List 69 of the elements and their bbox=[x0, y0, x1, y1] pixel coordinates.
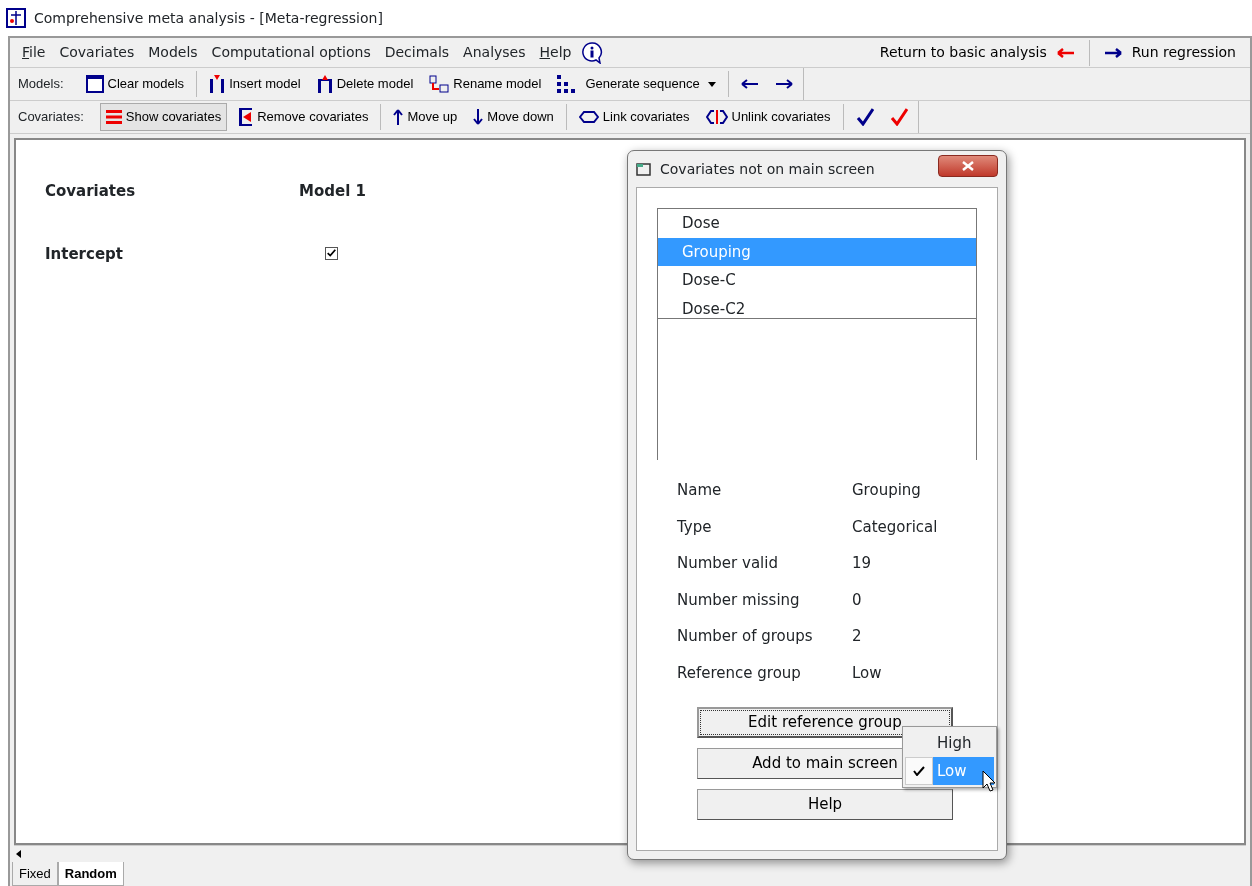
window-icon bbox=[636, 162, 652, 176]
property-value: Categorical bbox=[852, 516, 938, 538]
list-item[interactable]: Dose-C bbox=[658, 266, 976, 295]
menu-item[interactable]: Models bbox=[144, 40, 202, 65]
check-icon bbox=[855, 108, 874, 126]
close-icon bbox=[962, 161, 974, 171]
remove-column-icon bbox=[237, 107, 254, 127]
menu-item[interactable]: Computational options bbox=[207, 40, 375, 65]
menu-item[interactable]: Covariates bbox=[55, 40, 139, 65]
column-header: Covariates bbox=[45, 181, 137, 202]
column-delete-icon bbox=[316, 75, 333, 93]
left-arrow-icon bbox=[1056, 46, 1075, 59]
scroll-left-arrow-icon bbox=[14, 848, 24, 859]
row-label: Intercept bbox=[45, 243, 124, 265]
menu-item[interactable]: Decimals bbox=[380, 40, 454, 65]
menu-item[interactable]: Help bbox=[535, 40, 576, 65]
list-lines-icon bbox=[105, 110, 122, 124]
dialog-title: Covariates not on main screen bbox=[660, 159, 876, 179]
property-value: 0 bbox=[852, 589, 862, 611]
property-label: Number of groups bbox=[677, 626, 814, 647]
toolbar-label: Models: bbox=[18, 75, 64, 94]
property-value: Grouping bbox=[852, 480, 921, 501]
list-item[interactable]: Dose bbox=[658, 209, 976, 238]
down-arrow-icon bbox=[473, 109, 484, 125]
toolbar-button[interactable]: Unlink covariates bbox=[699, 103, 837, 131]
property-label: Name bbox=[677, 480, 723, 501]
menu-button[interactable]: Run regression bbox=[1097, 38, 1242, 67]
rename-icon bbox=[429, 75, 450, 93]
app-logo-icon bbox=[6, 8, 26, 28]
property-value: 19 bbox=[852, 553, 872, 574]
caret-icon bbox=[707, 81, 716, 87]
window-icon bbox=[85, 75, 104, 93]
toolbar-button[interactable]: Delete model bbox=[310, 70, 420, 98]
property-value: 2 bbox=[852, 626, 862, 647]
dots-grid-icon bbox=[557, 75, 578, 93]
link-icon bbox=[578, 111, 599, 123]
toolbar-button[interactable]: Link covariates bbox=[572, 103, 696, 131]
toolbar-button[interactable]: Show covariates bbox=[99, 103, 228, 131]
window-title: Comprehensive meta analysis - [Meta-regression] bbox=[34, 8, 383, 28]
info-icon bbox=[581, 41, 604, 64]
toolbar-button[interactable]: Remove covariates bbox=[231, 103, 375, 131]
property-label: Reference group bbox=[677, 662, 802, 684]
property-label: Number missing bbox=[677, 589, 801, 611]
intercept-checkbox[interactable] bbox=[325, 247, 338, 261]
toolbar-button[interactable]: Generate sequence bbox=[551, 70, 722, 98]
up-arrow-icon bbox=[393, 109, 404, 125]
toolbar-label: Covariates: bbox=[18, 108, 84, 127]
toolbar-button[interactable]: Clear models bbox=[79, 70, 191, 98]
right-arrow-icon bbox=[774, 78, 793, 90]
menu-item[interactable]: Analyses bbox=[459, 40, 530, 65]
list-item[interactable]: Dose-C2 bbox=[658, 294, 976, 323]
check-icon bbox=[889, 108, 908, 126]
toolbar-button[interactable]: Move down bbox=[467, 103, 560, 131]
column-header: Model 1 bbox=[299, 181, 366, 202]
toolbar-button[interactable]: Rename model bbox=[423, 70, 548, 98]
right-arrow-icon bbox=[1103, 46, 1122, 59]
menu-button[interactable]: Return to basic analysis bbox=[873, 38, 1081, 67]
toolbar-button[interactable]: Insert model bbox=[203, 70, 307, 98]
property-value: Low bbox=[852, 662, 882, 684]
column-insert-icon bbox=[209, 75, 226, 93]
sheet-tab[interactable]: Fixed bbox=[12, 861, 58, 886]
close-button[interactable] bbox=[938, 155, 998, 177]
dialog-button[interactable]: Help bbox=[697, 789, 953, 820]
toolbar-button[interactable]: Move up bbox=[387, 103, 464, 131]
property-label: Number valid bbox=[677, 553, 779, 574]
property-label: Type bbox=[677, 516, 713, 538]
menu-item[interactable]: File bbox=[18, 40, 50, 65]
left-arrow-icon bbox=[740, 78, 759, 90]
unlink-icon bbox=[705, 110, 728, 124]
